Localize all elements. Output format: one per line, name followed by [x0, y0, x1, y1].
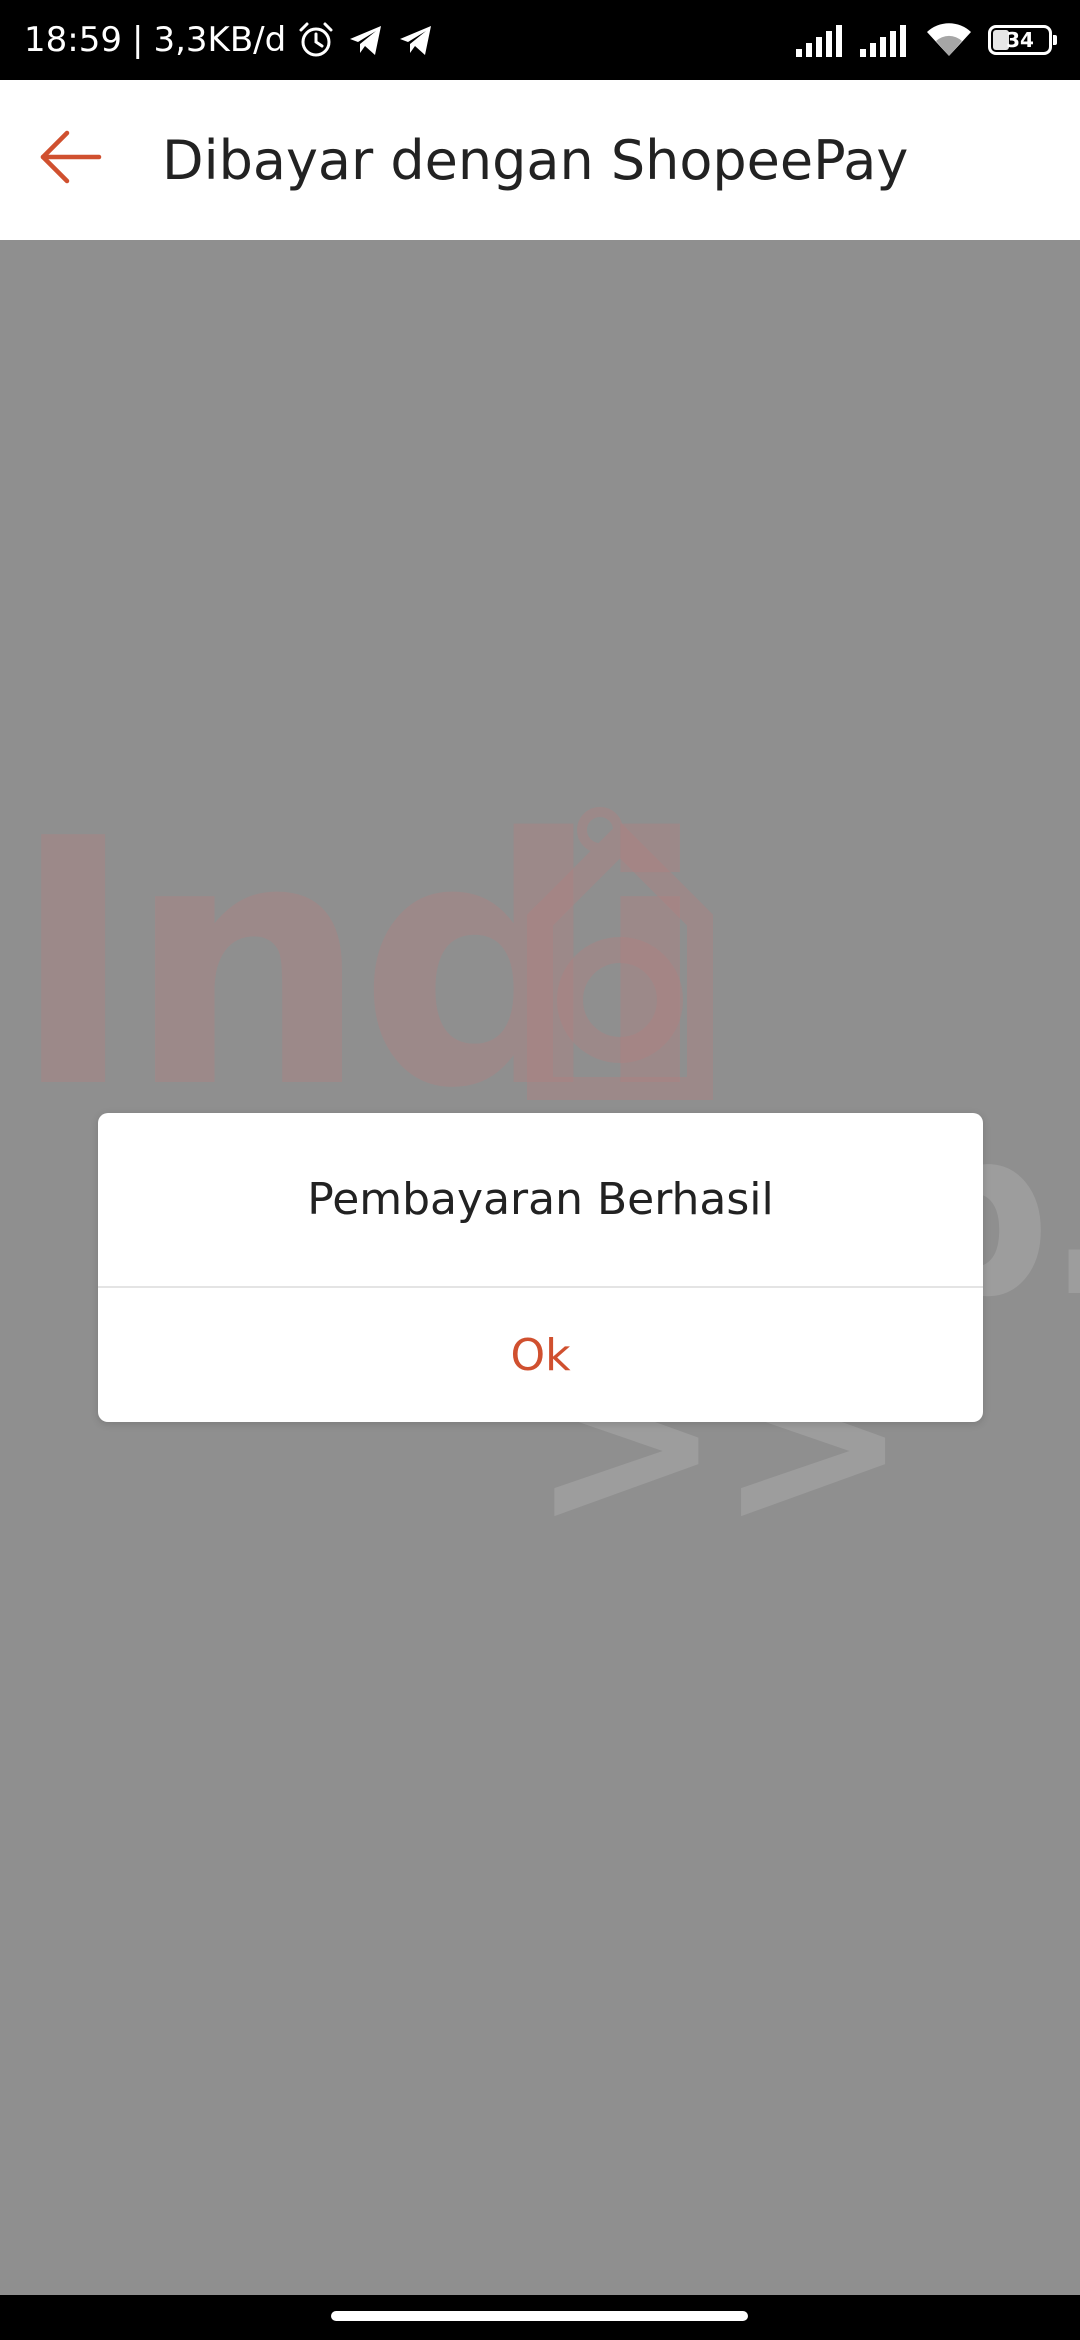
- watermark-text-indi: Indi: [10, 767, 708, 1163]
- battery-icon: 34: [988, 25, 1057, 55]
- status-right: 34: [796, 0, 1057, 80]
- telegram-icon: [396, 20, 436, 60]
- ok-button[interactable]: Ok: [98, 1288, 983, 1422]
- status-left: 18:59 | 3,3KB/d: [24, 0, 436, 80]
- back-button[interactable]: [36, 124, 106, 194]
- arrow-left-icon: [39, 129, 103, 189]
- home-indicator[interactable]: [331, 2311, 748, 2321]
- status-time: 18:59: [24, 20, 122, 60]
- status-separator: |: [131, 20, 144, 60]
- app-bar: Dibayar dengan ShopeePay: [0, 80, 1080, 240]
- telegram-icon: [346, 20, 386, 60]
- signal-icon: [860, 23, 910, 57]
- wifi-icon: [924, 22, 974, 58]
- success-dialog: Pembayaran Berhasil Ok: [98, 1113, 983, 1422]
- battery-level: 34: [1006, 28, 1034, 52]
- screen: 18:59 | 3,3KB/d 34 Dibayar dengan Shopee…: [0, 0, 1080, 2340]
- dialog-title: Pembayaran Berhasil: [307, 1174, 774, 1225]
- alarm-icon: [296, 20, 336, 60]
- page-title: Dibayar dengan ShopeePay: [162, 128, 909, 192]
- status-bar: 18:59 | 3,3KB/d 34: [0, 0, 1080, 80]
- navigation-bar: [0, 2295, 1080, 2340]
- watermark-house-icon: [527, 807, 713, 1100]
- signal-icon: [796, 23, 846, 57]
- status-network-speed: 3,3KB/d: [153, 20, 287, 60]
